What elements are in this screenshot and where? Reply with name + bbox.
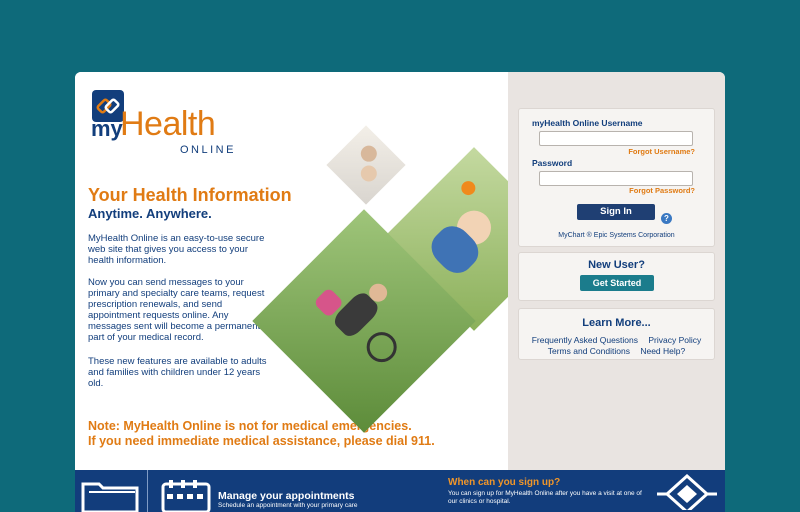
- login-box: myHealth Online Username Forgot Username…: [518, 108, 715, 247]
- folder-icon: [81, 482, 139, 512]
- new-user-box: New User? Get Started: [518, 252, 715, 301]
- hospital-logo-icon: [657, 474, 717, 510]
- need-help-link[interactable]: Need Help?: [640, 346, 685, 356]
- emergency-note: Note: MyHealth Online is not for medical…: [88, 419, 435, 449]
- learn-more-links-row-2: Terms and Conditions Need Help?: [519, 346, 714, 356]
- forgot-username-link[interactable]: Forgot Username?: [628, 147, 695, 156]
- username-label: myHealth Online Username: [532, 118, 643, 128]
- forgot-password-link[interactable]: Forgot Password?: [629, 186, 695, 195]
- intro-paragraph-1: MyHealth Online is an easy-to-use secure…: [88, 233, 265, 266]
- emergency-note-line-2: If you need immediate medical assistance…: [88, 434, 435, 448]
- password-input[interactable]: [539, 171, 693, 186]
- content-card: my Health ONLINE Your Health Information…: [75, 72, 725, 512]
- logo-text-my: my: [91, 116, 123, 141]
- signup-title: When can you sign up?: [448, 477, 561, 488]
- appointments-title: Manage your appointments: [218, 490, 355, 502]
- doctor-photo: [326, 125, 406, 205]
- learn-more-links-row-1: Frequently Asked Questions Privacy Polic…: [519, 335, 714, 345]
- new-user-title: New User?: [588, 259, 645, 271]
- privacy-policy-link[interactable]: Privacy Policy: [648, 335, 701, 345]
- banner-divider: [147, 470, 148, 512]
- logo-text-health: Health: [120, 105, 216, 143]
- signup-text: You can sign up for MyHealth Online afte…: [448, 490, 642, 505]
- password-label: Password: [532, 158, 573, 168]
- appointments-text: Schedule an appointment with your primar…: [218, 502, 358, 509]
- orange-fruit: [458, 178, 479, 198]
- learn-more-title: Learn More...: [582, 317, 651, 329]
- get-started-button[interactable]: Get Started: [580, 275, 654, 291]
- patient-figure: [357, 162, 381, 185]
- help-icon[interactable]: ?: [661, 213, 672, 224]
- calendar-icon: [161, 480, 211, 512]
- doctor-figure: [357, 142, 381, 165]
- page-subheadline: Anytime. Anywhere.: [88, 206, 212, 221]
- terms-link[interactable]: Terms and Conditions: [548, 346, 630, 356]
- learn-more-box: Learn More... Frequently Asked Questions…: [518, 308, 715, 360]
- emergency-note-line-1: Note: MyHealth Online is not for medical…: [88, 419, 412, 433]
- sign-in-button[interactable]: Sign In: [577, 204, 655, 220]
- page-headline: Your Health Information: [88, 185, 292, 205]
- intro-paragraph-2: Now you can send messages to your primar…: [88, 277, 265, 343]
- intro-panel: my Health ONLINE Your Health Information…: [75, 72, 566, 470]
- copyright-text: MyChart ® Epic Systems Corporation: [558, 232, 675, 239]
- faq-link[interactable]: Frequently Asked Questions: [532, 335, 638, 345]
- username-input[interactable]: [539, 131, 693, 146]
- login-panel: myHealth Online Username Forgot Username…: [508, 72, 725, 470]
- bike-wheel: [360, 325, 403, 369]
- intro-paragraph-3: These new features are available to adul…: [88, 356, 267, 389]
- feature-banner: Manage your appointments Schedule an app…: [75, 470, 725, 512]
- logo-text-online: ONLINE: [180, 144, 236, 156]
